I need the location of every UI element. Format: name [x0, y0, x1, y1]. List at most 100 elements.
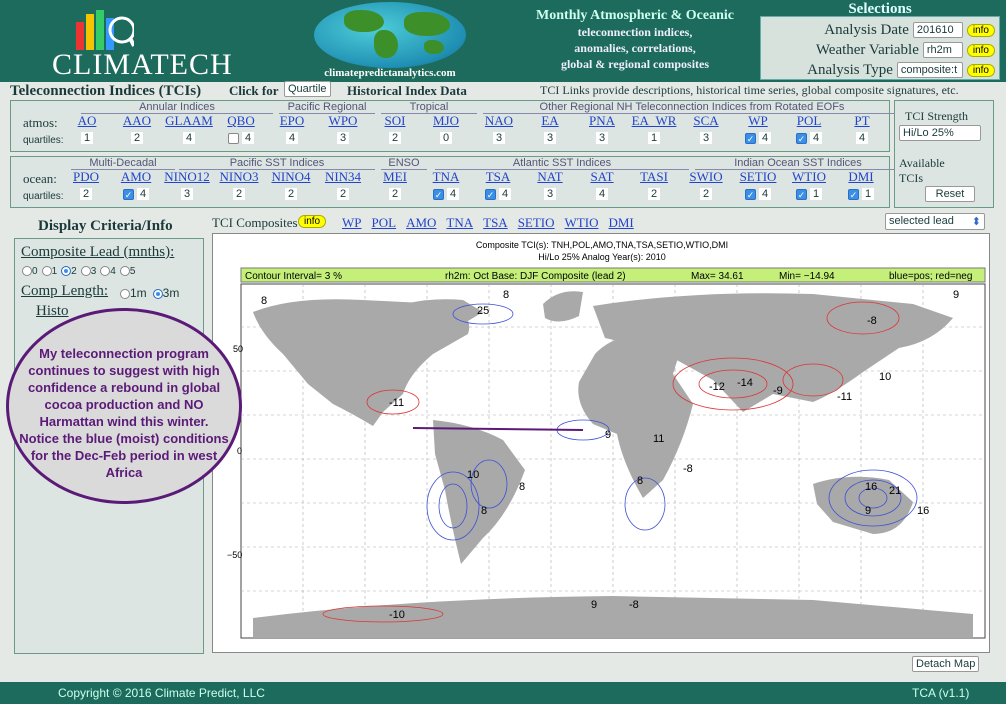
- quartile-cell: 3: [474, 132, 524, 144]
- tci-link-nino12[interactable]: NINO12: [160, 169, 214, 185]
- tci-link-mjo[interactable]: MJO: [419, 113, 473, 129]
- composite-link-wtio[interactable]: WTIO: [565, 215, 599, 231]
- globe-icon: [314, 2, 466, 68]
- tci-link-tna[interactable]: TNA: [419, 169, 473, 185]
- tci-link-nin34[interactable]: NIN34: [316, 169, 370, 185]
- weather-variable-row: Weather Variable rh2m info: [816, 41, 995, 59]
- tci-checkbox[interactable]: [228, 132, 239, 144]
- lead-option[interactable]: 3: [80, 266, 96, 277]
- analysis-date-select[interactable]: 201610: [912, 22, 963, 38]
- tci-link-qbo[interactable]: QBO: [214, 113, 268, 129]
- tci-link-soi[interactable]: SOI: [368, 113, 422, 129]
- tci-link-pt[interactable]: PT: [835, 113, 889, 129]
- tci-link-wpo[interactable]: WPO: [316, 113, 370, 129]
- quartile-value: 2: [337, 188, 349, 200]
- composite-link-amo[interactable]: AMO: [406, 215, 436, 231]
- detach-map-button[interactable]: Detach Map: [912, 656, 980, 672]
- composite-map[interactable]: Composite TCI(s): TNH,POL,AMO,TNA,TSA,SE…: [212, 233, 990, 653]
- comp-length-label: Comp Length:: [21, 283, 109, 299]
- lead-option[interactable]: 0: [22, 266, 38, 277]
- tci-checkbox[interactable]: [796, 132, 807, 144]
- svg-text:21: 21: [889, 485, 901, 497]
- quartile-value: 3: [544, 132, 556, 144]
- tci-link-wtio[interactable]: WTIO: [782, 169, 836, 185]
- tci-link-pol[interactable]: POL: [782, 113, 836, 129]
- tci-link-swio[interactable]: SWIO: [679, 169, 733, 185]
- tci-link-sat[interactable]: SAT: [575, 169, 629, 185]
- atmos-label: atmos:: [23, 115, 58, 130]
- composite-link-tsa[interactable]: TSA: [483, 215, 508, 231]
- tci-checkbox[interactable]: [848, 188, 859, 200]
- tci-link-nat[interactable]: NAT: [523, 169, 577, 185]
- tci-checkbox[interactable]: [123, 188, 134, 200]
- composites-info-button[interactable]: info: [298, 215, 327, 228]
- weather-variable-select[interactable]: rh2m: [922, 42, 963, 58]
- analysis-date-info-button[interactable]: info: [966, 23, 995, 37]
- lead-option[interactable]: 2: [61, 266, 77, 277]
- tci-link-setio[interactable]: SETIO: [731, 169, 785, 185]
- tci-link-wp[interactable]: WP: [731, 113, 785, 129]
- tci-checkbox[interactable]: [745, 188, 756, 200]
- tci-strength-select[interactable]: Hi/Lo 25%: [899, 125, 981, 141]
- tci-title: Teleconnection Indices (TCIs): [10, 83, 202, 99]
- tci-link-ao[interactable]: AO: [60, 113, 114, 129]
- tci-checkbox[interactable]: [796, 188, 807, 200]
- weather-variable-info-button[interactable]: info: [966, 43, 995, 57]
- analysis-type-select[interactable]: composite:t: [896, 62, 963, 78]
- radio-icon: [120, 288, 130, 299]
- tci-link-pdo[interactable]: PDO: [59, 169, 113, 185]
- quartile-cell: 0: [421, 132, 471, 144]
- tci-link-dmi[interactable]: DMI: [834, 169, 888, 185]
- quartile-value: 0: [440, 132, 452, 144]
- tci-link-nao[interactable]: NAO: [472, 113, 526, 129]
- tci-link-epo[interactable]: EPO: [265, 113, 319, 129]
- svg-text:10: 10: [467, 469, 479, 481]
- tci-link-mei[interactable]: MEI: [368, 169, 422, 185]
- quartile-value: 4: [596, 188, 608, 200]
- quartile-value: 4: [447, 188, 459, 200]
- tci-checkbox[interactable]: [485, 188, 496, 200]
- tci-link-amo[interactable]: AMO: [109, 169, 163, 185]
- lead-option[interactable]: 5: [119, 266, 135, 277]
- tci-link-nino3[interactable]: NINO3: [212, 169, 266, 185]
- tci-checkbox[interactable]: [745, 132, 756, 144]
- analysis-type-info-button[interactable]: info: [966, 63, 995, 77]
- radio-icon: [22, 266, 32, 277]
- comp-length-option[interactable]: 3m: [152, 286, 179, 300]
- svg-text:8: 8: [503, 289, 509, 301]
- composite-link-pol[interactable]: POL: [372, 215, 397, 231]
- composite-link-tna[interactable]: TNA: [446, 215, 473, 231]
- tci-link-ea[interactable]: EA: [523, 113, 577, 129]
- quartile-value: 4: [242, 132, 254, 144]
- tci-checkbox[interactable]: [433, 188, 444, 200]
- tci-link-nino4[interactable]: NINO4: [264, 169, 318, 185]
- svg-text:-9: -9: [773, 385, 783, 397]
- composite-links: WP POL AMO TNA TSA SETIO WTIO DMI: [342, 215, 634, 231]
- tci-link-pna[interactable]: PNA: [575, 113, 629, 129]
- lead-option[interactable]: 1: [41, 266, 57, 277]
- radio-icon: [80, 266, 91, 277]
- tci-link-sca[interactable]: SCA: [679, 113, 733, 129]
- historical-index-data-link[interactable]: Historical Index Data: [347, 83, 467, 99]
- radio-icon: [41, 266, 52, 277]
- tci-link-ea_wr[interactable]: EA_WR: [627, 113, 681, 129]
- analysis-date-row: Analysis Date 201610 info: [824, 21, 995, 39]
- composite-link-wp[interactable]: WP: [342, 215, 362, 231]
- composite-link-dmi[interactable]: DMI: [608, 215, 633, 231]
- tci-link-aao[interactable]: AAO: [110, 113, 164, 129]
- quartile-cell: 3: [162, 188, 212, 200]
- tci-link-tasi[interactable]: TASI: [627, 169, 681, 185]
- composite-link-setio[interactable]: SETIO: [518, 215, 555, 231]
- quartile-select[interactable]: Quartile: [284, 81, 331, 97]
- tci-link-glaam[interactable]: GLAAM: [162, 113, 216, 129]
- tci-link-tsa[interactable]: TSA: [471, 169, 525, 185]
- chevron-down-icon: ⬍: [971, 216, 981, 228]
- comp-length-option[interactable]: 1m: [120, 286, 147, 300]
- lead-option[interactable]: 4: [100, 266, 116, 277]
- reset-button[interactable]: Reset: [925, 186, 975, 202]
- quartile-cell: 4: [421, 188, 471, 200]
- svg-text:-11: -11: [389, 397, 404, 409]
- quartile-value: 4: [759, 132, 771, 144]
- lead-dropdown[interactable]: selected lead ⬍: [885, 213, 985, 230]
- quartile-cell: 2: [681, 188, 731, 200]
